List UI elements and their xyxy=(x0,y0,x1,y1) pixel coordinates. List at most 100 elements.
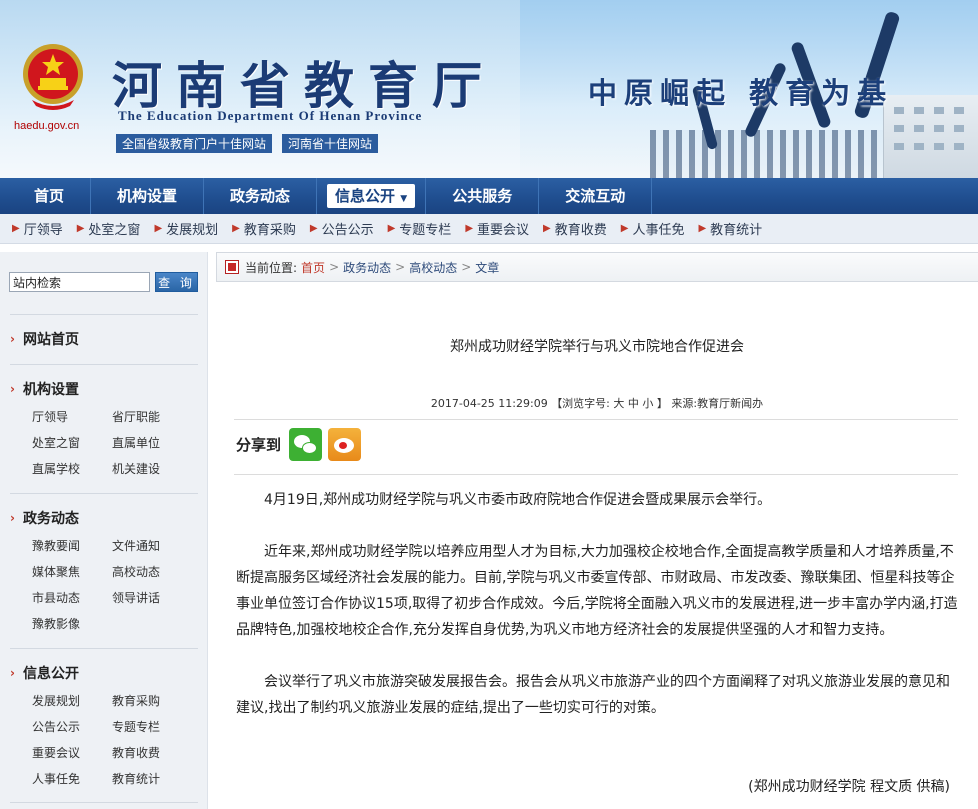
breadcrumb: 当前位置: 首页 > 政务动态 > 高校动态 > 文章 xyxy=(216,252,978,282)
nav-public-service[interactable]: 公共服务 xyxy=(426,178,540,214)
sidebar-link[interactable]: 人事任免 xyxy=(32,770,112,788)
location-icon xyxy=(225,260,239,274)
nav-info-disclosure-label: 信息公开 xyxy=(335,187,396,205)
divider xyxy=(10,364,198,365)
nav-home[interactable]: 首页 xyxy=(8,178,92,214)
triangle-right-icon: ▶ xyxy=(232,223,240,234)
sidebar-link[interactable]: 媒体聚焦 xyxy=(32,563,112,581)
sidebar-heading-label: 信息公开 xyxy=(22,666,79,682)
sidebar-link[interactable]: 发展规划 xyxy=(32,692,112,710)
triangle-right-icon: ▶ xyxy=(698,223,707,234)
breadcrumb-home[interactable]: 首页 xyxy=(301,259,325,276)
sidebar-section-info-disclosure: › 信息公开 发展规划 教育采购 公告公示 专题专栏 重要会议 教育收费 人事任免… xyxy=(10,662,198,788)
sidebar-link[interactable]: 高校动态 xyxy=(112,563,192,581)
sidebar-heading-info-disclosure[interactable]: › 信息公开 xyxy=(10,662,198,684)
triangle-right-icon: ▶ xyxy=(309,223,318,234)
subnav-label: 教育收费 xyxy=(554,223,607,238)
sidebar-link[interactable]: 教育采购 xyxy=(112,692,192,710)
chevron-right-icon: › xyxy=(10,382,15,396)
subnav-label: 教育采购 xyxy=(243,223,296,238)
triangle-right-icon: ▶ xyxy=(12,223,20,234)
sidebar-link[interactable]: 机关建设 xyxy=(112,460,192,478)
subnav-label: 处室之窗 xyxy=(88,223,141,238)
sidebar-link[interactable]: 豫教影像 xyxy=(32,615,112,633)
font-size-medium-button[interactable]: 中 xyxy=(628,397,639,410)
nav-organization[interactable]: 机构设置 xyxy=(91,178,205,214)
search-button[interactable]: 查 询 xyxy=(155,272,198,292)
sidebar-heading-home[interactable]: › 网站首页 xyxy=(10,328,198,350)
breadcrumb-government-news[interactable]: 政务动态 xyxy=(343,259,391,276)
divider xyxy=(10,314,198,315)
subnav-item[interactable]: ▶ 人事任免 xyxy=(621,219,685,238)
site-title-english: The Education Department Of Henan Provin… xyxy=(118,108,423,123)
search-input[interactable] xyxy=(9,272,150,292)
sidebar-heading-government-news[interactable]: › 政务动态 xyxy=(10,507,198,529)
breadcrumb-article[interactable]: 文章 xyxy=(475,259,499,276)
sidebar-link[interactable]: 市县动态 xyxy=(32,589,112,607)
sidebar-section-government-news: › 政务动态 豫教要闻 文件通知 媒体聚焦 高校动态 市县动态 领导讲话 豫教影像 xyxy=(10,507,198,633)
subnav-label: 重要会议 xyxy=(477,223,530,238)
nav-info-disclosure[interactable]: 信息公开 ▼ xyxy=(317,178,427,214)
sidebar-heading-organization[interactable]: › 机构设置 xyxy=(10,378,198,400)
subnav-item[interactable]: ▶ 发展规划 xyxy=(154,219,218,238)
sidebar-link[interactable]: 教育统计 xyxy=(112,770,192,788)
sidebar-link[interactable]: 厅领导 xyxy=(32,408,112,426)
sidebar-link[interactable]: 文件通知 xyxy=(112,537,192,555)
article-title: 郑州成功财经学院举行与巩义市院地合作促进会 xyxy=(450,339,744,355)
sidebar: 查 询 › 网站首页 › 机构设置 厅领导 省厅职能 处室之窗 直属单位 直属学校 … xyxy=(0,252,208,809)
subnav-item[interactable]: ▶ 教育统计 xyxy=(698,219,762,238)
font-size-large-button[interactable]: 大 xyxy=(613,397,624,410)
breadcrumb-separator-icon: > xyxy=(395,260,406,274)
award-badges: 全国省级教育门户十佳网站 河南省十佳网站 xyxy=(116,134,379,153)
divider xyxy=(10,493,198,494)
sidebar-link[interactable]: 省厅职能 xyxy=(112,408,192,426)
subnav-label: 教育统计 xyxy=(710,223,763,238)
sidebar-link[interactable]: 处室之窗 xyxy=(32,434,112,452)
article-datetime: 2017-04-25 11:29:09 xyxy=(430,397,548,410)
subnav-item[interactable]: ▶ 教育收费 xyxy=(543,219,607,238)
chevron-right-icon: › xyxy=(10,332,15,346)
breadcrumb-separator-icon: > xyxy=(461,260,472,274)
divider xyxy=(10,802,198,803)
nav-government-news[interactable]: 政务动态 xyxy=(204,178,318,214)
subnav-item[interactable]: ▶ 教育采购 xyxy=(232,219,296,238)
site-search: 查 询 xyxy=(9,272,198,292)
sidebar-link[interactable]: 重要会议 xyxy=(32,744,112,762)
chevron-right-icon: › xyxy=(10,511,15,525)
chevron-right-icon: › xyxy=(10,666,15,680)
award-badge: 河南省十佳网站 xyxy=(282,134,379,153)
header-banner: haedu.gov.cn 河南省教育厅 The Education Depart… xyxy=(0,0,978,178)
subnav-item[interactable]: ▶ 厅领导 xyxy=(12,219,63,238)
banner-crowd-decoration xyxy=(650,130,890,178)
font-size-close: 】 xyxy=(656,397,668,410)
triangle-right-icon: ▶ xyxy=(76,223,85,234)
breadcrumb-university-news[interactable]: 高校动态 xyxy=(409,259,457,276)
font-size-small-button[interactable]: 小 xyxy=(642,397,653,410)
weibo-icon[interactable] xyxy=(328,428,362,461)
subnav-label: 厅领导 xyxy=(23,223,63,238)
sub-nav: ▶ 厅领导 ▶ 处室之窗 ▶ 发展规划 ▶ 教育采购 ▶ 公告公示 ▶ 专题专栏 ▶ 重要会议… xyxy=(0,214,978,244)
site-domain: haedu.gov.cn xyxy=(14,120,80,132)
sidebar-link[interactable]: 领导讲话 xyxy=(112,589,192,607)
sidebar-link[interactable]: 豫教要闻 xyxy=(32,537,112,555)
sidebar-link[interactable]: 直属单位 xyxy=(112,434,192,452)
sidebar-link[interactable]: 教育收费 xyxy=(112,744,192,762)
article-author: (郑州成功财经学院 程文质 供稿) xyxy=(748,779,950,795)
subnav-item[interactable]: ▶ 公告公示 xyxy=(310,219,374,238)
divider xyxy=(10,648,198,649)
sidebar-section-home: › 网站首页 xyxy=(10,328,198,350)
chevron-down-icon: ▼ xyxy=(400,194,408,204)
sidebar-heading-label: 网站首页 xyxy=(22,332,79,348)
subnav-item[interactable]: ▶ 专题专栏 xyxy=(388,219,452,238)
subnav-item[interactable]: ▶ 重要会议 xyxy=(465,219,529,238)
sidebar-link[interactable]: 公告公示 xyxy=(32,718,112,736)
sidebar-link[interactable]: 直属学校 xyxy=(32,460,112,478)
divider xyxy=(234,474,958,475)
subnav-item[interactable]: ▶ 处室之窗 xyxy=(77,219,141,238)
triangle-right-icon: ▶ xyxy=(465,223,474,234)
slogan: 中原崛起 教育为基 xyxy=(588,76,894,110)
nav-interaction[interactable]: 交流互动 xyxy=(539,178,653,214)
wechat-icon[interactable] xyxy=(289,428,323,461)
sidebar-link[interactable]: 专题专栏 xyxy=(112,718,192,736)
article-meta: 2017-04-25 11:29:09 【浏览字号: 大 中 小 】 来源:教育… xyxy=(216,395,978,411)
